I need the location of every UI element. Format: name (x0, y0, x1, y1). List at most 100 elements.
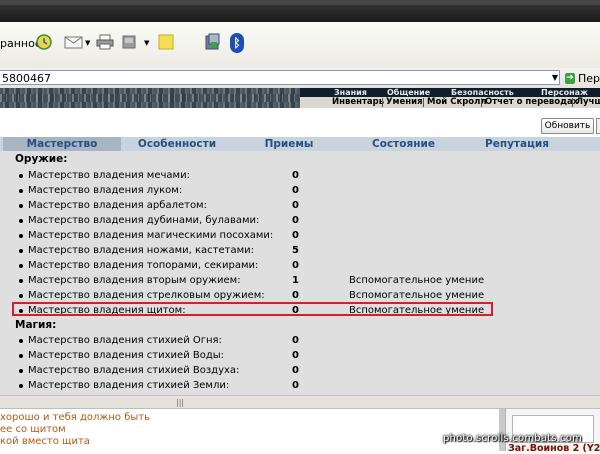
menu-item-transfer-report[interactable]: Отчет о переводах (485, 97, 578, 108)
bullet-icon (19, 384, 23, 388)
menu-item-skills[interactable]: Умения (386, 97, 423, 108)
bluetooth-button[interactable]: ᛒ (230, 28, 244, 58)
list-item: Мастерство владения дубинами, булавами: 0 (0, 213, 600, 228)
list-item: Мастерство владения топорами, секирами: 0 (0, 258, 600, 273)
chevron-down-icon: ▼ (144, 39, 150, 47)
list-item: Мастерство владения арбалетом: 0 (0, 198, 600, 213)
list-item: Мастерство владения стихией Земли: 0 (0, 378, 600, 393)
skill-name: Мастерство владения стрелковым оружием: (28, 290, 265, 301)
tab-state[interactable]: Состояние (345, 137, 462, 151)
skill-state: Вспомогательное умение (349, 290, 485, 301)
bullet-icon (19, 264, 23, 268)
menu-item-my-scroll[interactable]: Мой Скролл (427, 97, 487, 108)
list-item: Мастерство владения мечами: 0 (0, 168, 600, 183)
skill-name: Мастерство владения дубинами, булавами: (28, 215, 260, 226)
location-status: Заг.Воинов 2 (Y2 (508, 443, 600, 454)
menu-item-best[interactable]: Лучшие (576, 97, 600, 108)
skill-value: 1 (292, 275, 299, 286)
bullet-icon (19, 354, 23, 358)
mastery-panel: Оружие: Мастерство владения мечами: 0 Мас… (0, 151, 600, 395)
messenger-button[interactable] (204, 28, 222, 58)
bullet-icon (19, 219, 23, 223)
partial-button[interactable] (596, 118, 600, 134)
url-text: 5800467 (2, 72, 51, 85)
skill-value: 5 (292, 245, 299, 256)
print-button[interactable] (96, 28, 114, 58)
panel-splitter[interactable]: ||| (0, 395, 600, 408)
url-input[interactable]: 5800467 (0, 70, 560, 85)
menu-item-knowledge[interactable]: Знания (334, 88, 367, 97)
address-bar: 5800467 ▼ ➔ Пер (0, 68, 600, 89)
section-title-magic: Магия: (15, 319, 57, 331)
tab-mastery[interactable]: Мастерство (3, 137, 121, 151)
grip-icon: ||| (176, 398, 185, 407)
chat-line: хорошо и тебя должно быть (0, 412, 151, 423)
chevron-down-icon[interactable]: ▼ (550, 71, 560, 84)
skill-value: 0 (292, 350, 299, 361)
history-icon (36, 33, 52, 53)
menu-item-communication[interactable]: Общение (387, 88, 430, 97)
skill-value: 0 (292, 215, 299, 226)
skill-value: 0 (292, 185, 299, 196)
skill-name: Мастерство владения арбалетом: (28, 200, 207, 211)
skill-name: Мастерство владения ножами, кастетами: (28, 245, 255, 256)
menu-divider (382, 98, 383, 107)
chevron-down-icon: ▼ (85, 39, 91, 47)
skill-value: 0 (292, 230, 299, 241)
skill-value: 0 (292, 170, 299, 181)
skill-value: 0 (292, 200, 299, 211)
go-button[interactable]: ➔ Пер (565, 71, 600, 85)
mail-button[interactable]: ▼ (64, 28, 90, 58)
list-item: Мастерство владения луком: 0 (0, 183, 600, 198)
skill-name: Мастерство владения стихией Воды: (28, 350, 225, 361)
menu-item-character[interactable]: Персонаж (541, 88, 588, 97)
tab-features[interactable]: Особенности (121, 137, 233, 151)
tab-bar: Мастерство Особенности Приемы Состояние … (0, 137, 600, 151)
chat-line: кой вместо щита (0, 436, 90, 447)
refresh-button[interactable]: Обновить (541, 118, 594, 134)
skill-value: 0 (292, 335, 299, 346)
skill-name: Мастерство владения стихией Земли: (28, 380, 230, 391)
list-item: Мастерство владения вторым оружием: 1 Вспо… (0, 273, 600, 288)
skill-name: Мастерство владения стихией Воздуха: (28, 365, 240, 376)
list-item: Мастерство владения магическими посохами… (0, 228, 600, 243)
skill-value: 0 (292, 260, 299, 271)
bullet-icon (19, 294, 23, 298)
section-title-weapons: Оружие: (15, 153, 68, 165)
list-item: Мастерство владения стихией Воздуха: 0 (0, 363, 600, 378)
arrow-right-icon: ➔ (565, 72, 575, 84)
menu-divider (423, 98, 424, 107)
list-item: Мастерство владения стихией Воды: 0 (0, 348, 600, 363)
skill-state: Вспомогательное умение (349, 275, 485, 286)
bluetooth-icon: ᛒ (230, 33, 244, 53)
history-button[interactable] (36, 28, 52, 58)
skill-name: Мастерство владения топорами, секирами: (28, 260, 259, 271)
edit-icon (122, 35, 136, 52)
menu-row-top: Знания Общение Безопасность Персонаж (300, 88, 600, 97)
bullet-icon (19, 249, 23, 253)
printer-icon (96, 34, 114, 53)
bullet-icon (19, 339, 23, 343)
list-item: Мастерство владения стихией Огня: 0 (0, 333, 600, 348)
skill-name: Мастерство владения луком: (28, 185, 183, 196)
highlight-annotation (12, 302, 493, 316)
bullet-icon (19, 369, 23, 373)
skill-name: Мастерство владения мечами: (28, 170, 190, 181)
skill-value: 0 (292, 365, 299, 376)
note-button[interactable] (158, 28, 174, 58)
menu-item-security[interactable]: Безопасность (451, 88, 514, 97)
bullet-icon (19, 174, 23, 178)
skill-value: 0 (292, 380, 299, 391)
tab-reputation[interactable]: Репутация (462, 137, 572, 151)
menu-divider (572, 98, 573, 107)
chat-line: ее со щитом (0, 424, 66, 435)
sticky-note-icon (158, 34, 174, 53)
skill-name: Мастерство владения магическими посохами… (28, 230, 274, 241)
watermark: photo.scrolls.combats.com (443, 433, 583, 444)
edit-button[interactable]: ▼ (122, 28, 149, 58)
tab-techniques[interactable]: Приемы (233, 137, 345, 151)
decorative-banner-texture (0, 94, 300, 102)
menu-item-inventory[interactable]: Инвентарь (332, 97, 384, 108)
bullet-icon (19, 279, 23, 283)
browser-toolbar: ранное ▼ ▼ ᛒ (0, 22, 600, 69)
